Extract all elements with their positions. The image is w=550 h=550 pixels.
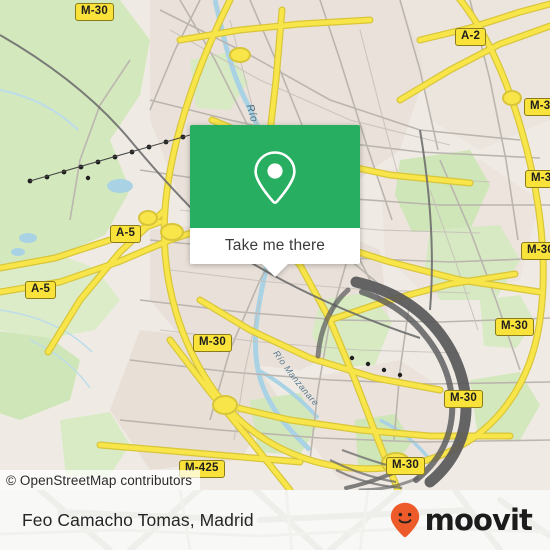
- moovit-smiley-pin-icon: [390, 502, 420, 538]
- callout-pointer: [262, 264, 288, 277]
- attribution-text: © OpenStreetMap contributors: [6, 472, 193, 488]
- road-shield: M-30: [444, 390, 484, 408]
- map-attribution[interactable]: © OpenStreetMap contributors: [0, 470, 201, 490]
- map-pin-icon: [252, 149, 298, 205]
- road-shield: A-2: [455, 28, 487, 46]
- callout-body: [190, 125, 360, 228]
- destination-callout[interactable]: Take me there: [190, 125, 360, 277]
- footer-bar: Feo Camacho Tomas, Madrid moovit: [0, 490, 550, 550]
- road-shield: M-30: [495, 318, 535, 336]
- map-screenshot: Río Manzanares Río Manzanares M-30A-2M-3…: [0, 0, 550, 550]
- road-shield: M-30: [193, 334, 233, 352]
- road-shield: M-30: [525, 170, 550, 188]
- callout-action[interactable]: Take me there: [190, 228, 360, 264]
- moovit-brand[interactable]: moovit: [390, 502, 533, 538]
- place-name-label: Feo Camacho Tomas, Madrid: [22, 509, 254, 530]
- road-shield: A-5: [25, 281, 57, 299]
- road-shield: M-30: [521, 242, 550, 260]
- road-shield: A-5: [110, 225, 142, 243]
- footer-content: Feo Camacho Tomas, Madrid moovit: [0, 490, 550, 550]
- moovit-wordmark: moovit: [424, 502, 533, 537]
- road-shield: M-30: [524, 98, 550, 116]
- callout-action-label: Take me there: [224, 237, 326, 254]
- road-shield: M-30: [75, 3, 115, 21]
- road-shield: M-30: [386, 457, 426, 475]
